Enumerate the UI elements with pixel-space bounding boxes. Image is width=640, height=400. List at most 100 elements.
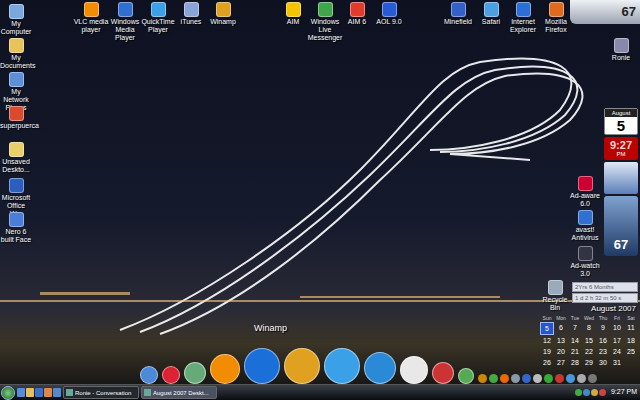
dock-small-icon[interactable] xyxy=(588,374,597,383)
dock-app-icon[interactable] xyxy=(432,362,454,384)
desktop-icon[interactable]: Unsaved Deskto... xyxy=(0,142,32,174)
dock-app-icon[interactable] xyxy=(140,366,158,384)
tray-icon[interactable] xyxy=(591,389,598,396)
dock-small-icon[interactable] xyxy=(566,374,575,383)
dock-small-icon[interactable] xyxy=(544,374,553,383)
calendar-day[interactable]: 15 xyxy=(582,335,596,346)
calendar-day[interactable]: 26 xyxy=(540,357,554,368)
desktop-icon[interactable]: Winamp xyxy=(205,2,241,26)
desktop-icon[interactable]: avast! Antivirus xyxy=(568,210,602,242)
dock-small-icon[interactable] xyxy=(577,374,586,383)
app-icon xyxy=(318,2,333,17)
calendar-day[interactable]: 19 xyxy=(540,346,554,357)
dock-app-icon[interactable] xyxy=(184,362,206,384)
clock-gadget[interactable]: 9:27PM xyxy=(604,137,638,160)
calendar-day[interactable]: 20 xyxy=(554,346,568,357)
dock-small-icon[interactable] xyxy=(500,374,509,383)
calendar-day[interactable]: 10 xyxy=(610,322,624,335)
dock-app-icon[interactable] xyxy=(458,368,474,384)
desktop-icon[interactable]: Minefield xyxy=(440,2,476,26)
app-icon xyxy=(151,2,166,17)
weather-widget-top[interactable]: 67 xyxy=(570,0,640,24)
dock-app-icon[interactable] xyxy=(324,348,360,384)
desktop-icon[interactable]: Windows Media Player xyxy=(107,2,143,42)
quick-launch-icon[interactable] xyxy=(26,388,34,397)
calendar-day[interactable]: 27 xyxy=(554,357,568,368)
quick-launch-icon[interactable] xyxy=(35,388,43,397)
taskbar-button[interactable]: Ronie - Conversation xyxy=(63,386,139,399)
dock-small-icon[interactable] xyxy=(489,374,498,383)
desktop-icon[interactable]: My Computer xyxy=(0,4,32,36)
dock-small-icon[interactable] xyxy=(478,374,487,383)
dock-app-icon[interactable] xyxy=(210,354,240,384)
calendar-day[interactable]: 8 xyxy=(582,322,596,335)
icon-label: Safari xyxy=(473,18,509,26)
app-icon xyxy=(184,2,199,17)
blue-gadget[interactable] xyxy=(604,162,638,194)
quick-launch-icon[interactable] xyxy=(53,388,61,397)
calendar-day[interactable]: 25 xyxy=(624,346,638,357)
icon-label: superpuerca xyxy=(0,122,32,130)
desktop-icon[interactable]: AOL 9.0 xyxy=(371,2,407,26)
desktop-icon[interactable]: iTunes xyxy=(173,2,209,26)
dock-app-icon[interactable] xyxy=(162,366,180,384)
tray-icon[interactable] xyxy=(575,389,582,396)
desktop-icon[interactable]: Ronie xyxy=(604,38,638,62)
desktop-icon[interactable]: Safari xyxy=(473,2,509,26)
calendar-day[interactable]: 21 xyxy=(568,346,582,357)
calendar-widget[interactable]: August 2007SunMonTueWedThuFriSat56789101… xyxy=(540,304,638,368)
calendar-day[interactable]: 7 xyxy=(568,322,582,335)
calendar-day[interactable]: 31 xyxy=(610,357,624,368)
start-orb-icon[interactable] xyxy=(1,386,15,400)
dock-app-icon[interactable] xyxy=(284,348,320,384)
calendar-day[interactable]: 14 xyxy=(568,335,582,346)
icon-label: Unsaved Deskto... xyxy=(0,158,32,174)
desktop-icon[interactable]: Ad-aware 6.0 xyxy=(568,176,602,208)
calendar-day[interactable]: 16 xyxy=(596,335,610,346)
dock-small-icon[interactable] xyxy=(522,374,531,383)
calendar-day[interactable]: 11 xyxy=(624,322,638,335)
calendar-day[interactable]: 17 xyxy=(610,335,624,346)
desktop-icon[interactable]: Recycle Bin xyxy=(538,280,572,312)
tray-icon[interactable] xyxy=(599,389,606,396)
dock-app-icon[interactable] xyxy=(364,352,396,384)
dock-app-icon[interactable] xyxy=(400,356,428,384)
dock-app-icon[interactable] xyxy=(244,348,280,384)
app-icon xyxy=(578,210,593,225)
calendar-day[interactable]: 22 xyxy=(582,346,596,357)
calendar-day[interactable]: 12 xyxy=(540,335,554,346)
desktop-icon[interactable]: Nero 6 built Face xyxy=(0,212,32,244)
desktop-icon[interactable]: Mozilla Firefox xyxy=(538,2,574,34)
quick-launch-icon[interactable] xyxy=(17,388,25,397)
calendar-day[interactable]: 23 xyxy=(596,346,610,357)
tray-icon[interactable] xyxy=(583,389,590,396)
desktop-icon[interactable]: Internet Explorer xyxy=(505,2,541,34)
day-gadget[interactable]: August5 xyxy=(604,108,638,135)
app-icon xyxy=(578,246,593,261)
calendar-day[interactable]: 29 xyxy=(582,357,596,368)
dock-small-icon[interactable] xyxy=(555,374,564,383)
calendar-day[interactable]: 9 xyxy=(596,322,610,335)
dock-small-icon[interactable] xyxy=(533,374,542,383)
dock-small-icon[interactable] xyxy=(511,374,520,383)
desktop-icon[interactable]: superpuerca xyxy=(0,106,32,130)
desktop-icon[interactable]: AIM 6 xyxy=(339,2,375,26)
taskbar-clock[interactable]: 9:27 PM xyxy=(608,387,637,398)
desktop-icon[interactable]: VLC media player xyxy=(73,2,109,34)
calendar-day[interactable]: 5 xyxy=(540,322,554,335)
countdown-widget[interactable]: 2Yrs 6 Months1 d 2 h 32 m 50 s xyxy=(572,282,638,303)
calendar-day[interactable]: 24 xyxy=(610,346,624,357)
calendar-day[interactable]: 13 xyxy=(554,335,568,346)
desktop-icon[interactable]: Windows Live Messenger xyxy=(307,2,343,42)
taskbar-button[interactable]: August 2007 Deskt... xyxy=(141,386,217,399)
calendar-day[interactable]: 28 xyxy=(568,357,582,368)
calendar-day[interactable]: 18 xyxy=(624,335,638,346)
desktop-icon[interactable]: My Documents xyxy=(0,38,32,70)
desktop-icon[interactable]: AIM xyxy=(275,2,311,26)
quick-launch-icon[interactable] xyxy=(44,388,52,397)
desktop-icon[interactable]: QuickTime Player xyxy=(140,2,176,34)
desktop-icon[interactable]: Ad-watch 3.0 xyxy=(568,246,602,278)
weather-gadget[interactable]: 67 xyxy=(604,196,638,256)
calendar-day[interactable]: 30 xyxy=(596,357,610,368)
calendar-day[interactable]: 6 xyxy=(554,322,568,335)
